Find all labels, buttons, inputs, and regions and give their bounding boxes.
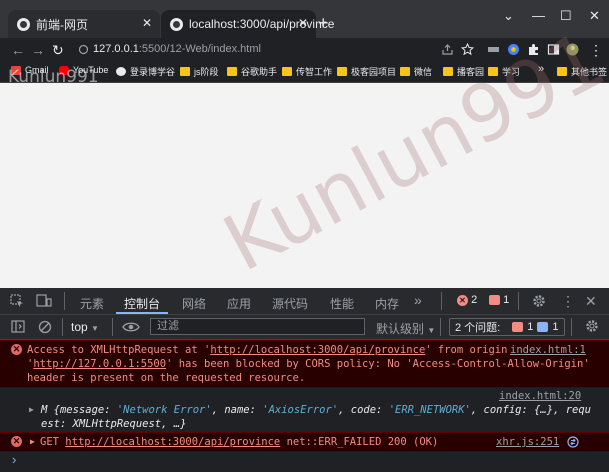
tab-application[interactable]: 应用 bbox=[227, 295, 251, 312]
bookmark-boxuegu[interactable]: 登录博学谷 bbox=[116, 65, 175, 78]
context-selector[interactable]: top ▼ bbox=[71, 320, 99, 334]
folder-icon bbox=[180, 67, 190, 76]
divider bbox=[441, 292, 442, 310]
minimize-button[interactable]: — bbox=[532, 8, 545, 23]
globe-icon bbox=[17, 17, 30, 31]
tab-search-icon[interactable]: ⌄ bbox=[503, 8, 514, 24]
error-icon: ✕ bbox=[11, 436, 22, 447]
request-url-link[interactable]: http://localhost:3000/api/province bbox=[65, 436, 280, 448]
close-devtools-icon[interactable]: ✕ bbox=[585, 293, 597, 310]
tab-sources[interactable]: 源代码 bbox=[272, 295, 308, 312]
globe-icon bbox=[170, 17, 183, 31]
folder-icon bbox=[337, 67, 347, 76]
message-count-badge[interactable]: 1 bbox=[489, 294, 509, 306]
tab-title: 前端-网页 bbox=[36, 17, 88, 32]
log-level-selector[interactable]: 默认级别 ▼ bbox=[376, 320, 435, 337]
dropdown-arrow-icon: ▼ bbox=[427, 326, 436, 335]
close-tab-icon[interactable]: ✕ bbox=[142, 16, 152, 30]
sidebar-toggle-icon[interactable] bbox=[11, 320, 25, 333]
more-tabs-button[interactable]: » bbox=[414, 292, 422, 308]
eye-icon[interactable] bbox=[122, 321, 140, 333]
new-tab-button[interactable]: + bbox=[318, 14, 329, 32]
bookmark-work[interactable]: 传智工作 bbox=[282, 65, 332, 78]
devtools-menu-icon[interactable]: ⋮ bbox=[561, 293, 575, 310]
source-link[interactable]: index.html:1 bbox=[510, 343, 586, 357]
network-request-icon[interactable] bbox=[567, 436, 579, 448]
folder-icon bbox=[282, 67, 292, 76]
cors-message-line1: Access to XMLHttpRequest at 'http://loca… bbox=[27, 344, 508, 356]
divider bbox=[62, 318, 63, 336]
tab-memory[interactable]: 内存 bbox=[375, 295, 399, 312]
origin-link[interactable]: http://127.0.0.1:5500 bbox=[33, 358, 166, 370]
cors-request-link[interactable]: http://localhost:3000/api/province bbox=[210, 344, 425, 356]
device-toolbar-icon[interactable] bbox=[36, 294, 52, 308]
tab-localhost-province[interactable]: localhost:3000/api/province ✕ bbox=[161, 10, 334, 38]
inspect-element-icon[interactable] bbox=[10, 294, 24, 308]
issues-button[interactable]: 2 个问题: 1 1 bbox=[449, 318, 565, 336]
watermark-top: Kunlun991 bbox=[8, 67, 99, 87]
divider bbox=[112, 318, 113, 336]
console-prompt[interactable]: › bbox=[12, 452, 16, 467]
filter-input[interactable]: 过滤 bbox=[150, 318, 365, 335]
clear-console-icon[interactable] bbox=[38, 320, 52, 334]
divider bbox=[64, 292, 65, 310]
close-tab-icon[interactable]: ✕ bbox=[298, 16, 308, 30]
folder-icon bbox=[443, 67, 453, 76]
error-count-badge[interactable]: ✕ 2 bbox=[457, 294, 477, 306]
active-tab-indicator bbox=[116, 312, 168, 314]
tab-title: localhost:3000/api/province bbox=[189, 17, 335, 31]
cors-message-line3: header is present on the requested resou… bbox=[27, 372, 306, 384]
tab-performance[interactable]: 性能 bbox=[330, 295, 354, 312]
axios-error-object-cont: est: XMLHttpRequest, …} bbox=[41, 418, 187, 430]
issue-info-icon bbox=[537, 322, 549, 332]
dropdown-arrow-icon: ▼ bbox=[91, 324, 99, 333]
globe-icon bbox=[116, 67, 126, 76]
folder-icon bbox=[400, 67, 410, 76]
star-icon[interactable] bbox=[461, 43, 474, 56]
bookmark-js[interactable]: js阶段 bbox=[180, 65, 219, 78]
close-window-button[interactable]: ✕ bbox=[589, 8, 600, 24]
settings-gear-icon[interactable] bbox=[532, 294, 546, 308]
tab-frontend-page[interactable]: 前端-网页 ✕ bbox=[8, 10, 160, 38]
forward-arrow-icon[interactable]: → bbox=[31, 42, 45, 58]
expand-arrow-icon[interactable]: ▶ bbox=[30, 435, 35, 449]
message-icon bbox=[489, 295, 500, 305]
tab-network[interactable]: 网络 bbox=[182, 295, 206, 312]
source-link[interactable]: index.html:20 bbox=[499, 389, 581, 403]
expand-arrow-icon[interactable]: ▶ bbox=[29, 403, 34, 417]
folder-icon bbox=[227, 67, 237, 76]
axios-error-object[interactable]: M {message: 'Network Error', name: 'Axio… bbox=[41, 403, 591, 417]
divider bbox=[571, 318, 572, 336]
share-icon[interactable] bbox=[441, 43, 454, 56]
console-settings-gear-icon[interactable] bbox=[585, 319, 599, 333]
bookmark-wechat[interactable]: 微信 bbox=[400, 65, 432, 78]
tab-console[interactable]: 控制台 bbox=[124, 295, 160, 312]
error-icon: ✕ bbox=[457, 294, 468, 306]
source-link[interactable]: xhr.js:251 bbox=[496, 435, 559, 449]
url-text[interactable]: 127.0.0.1:5500/12-Web/index.html bbox=[93, 43, 261, 55]
error-icon: ✕ bbox=[11, 344, 22, 355]
tab-elements[interactable]: 元素 bbox=[80, 295, 104, 312]
back-arrow-icon[interactable]: ← bbox=[11, 42, 25, 58]
extension-dash-icon[interactable] bbox=[487, 43, 500, 56]
divider bbox=[518, 292, 519, 310]
cors-message-line2: 'http://127.0.0.1:5500' has been blocked… bbox=[27, 358, 590, 370]
bookmark-google-helper[interactable]: 谷歌助手 bbox=[227, 65, 277, 78]
reload-icon[interactable]: ↻ bbox=[52, 42, 64, 58]
divider bbox=[440, 318, 441, 336]
info-icon[interactable] bbox=[79, 44, 88, 55]
issue-error-icon bbox=[512, 322, 524, 332]
bookmark-geek-project[interactable]: 极客园项目 bbox=[337, 65, 396, 78]
get-request-line: GET http://localhost:3000/api/province n… bbox=[40, 436, 439, 448]
